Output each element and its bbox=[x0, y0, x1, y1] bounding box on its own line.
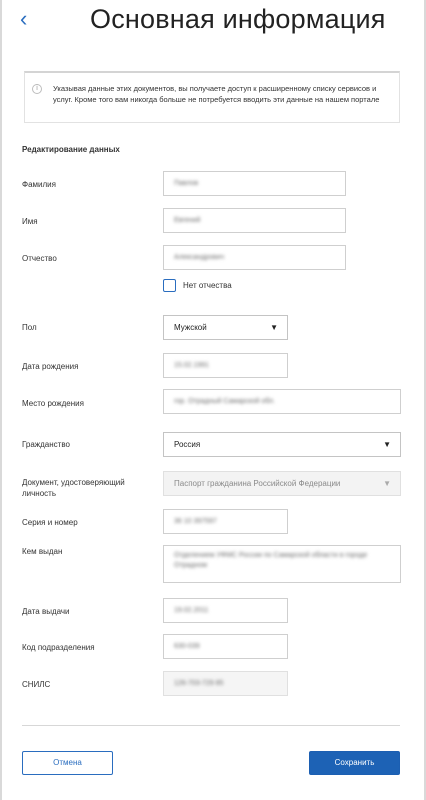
issued-by-value: Отделением УФМС России по Самарской обла… bbox=[174, 552, 368, 569]
gender-label: Пол bbox=[22, 323, 37, 332]
surname-value: Павлов bbox=[174, 180, 199, 187]
no-patronymic-label: Нет отчества bbox=[183, 281, 232, 290]
footer-divider bbox=[22, 725, 400, 726]
citizenship-label: Гражданство bbox=[22, 440, 70, 449]
birth-date-label: Дата рождения bbox=[22, 362, 79, 371]
document-select: Паспорт гражданина Российской Федерации … bbox=[163, 471, 401, 496]
patronymic-input[interactable]: Александрович bbox=[163, 245, 346, 270]
birth-date-value: 15.02.1991 bbox=[174, 362, 210, 369]
issued-by-input[interactable]: Отделением УФМС России по Самарской обла… bbox=[163, 545, 401, 583]
issue-date-label: Дата выдачи bbox=[22, 607, 70, 616]
birth-place-value: гор. Отрадный Самарской обл. bbox=[174, 398, 275, 405]
gender-value: Мужской bbox=[174, 323, 207, 332]
issue-date-input[interactable]: 19.02.2011 bbox=[163, 598, 288, 623]
series-number-input[interactable]: 36 10 397597 bbox=[163, 509, 288, 534]
citizenship-value: Россия bbox=[174, 440, 201, 449]
name-value: Евгений bbox=[174, 217, 201, 224]
birth-place-label: Место рождения bbox=[22, 399, 84, 408]
notice-text: Указывая данные этих документов, вы полу… bbox=[53, 84, 380, 104]
birth-date-input[interactable]: 15.02.1991 bbox=[163, 353, 288, 378]
citizenship-select[interactable]: Россия ▼ bbox=[163, 432, 401, 457]
series-number-label: Серия и номер bbox=[22, 518, 78, 527]
series-number-value: 36 10 397597 bbox=[174, 518, 217, 525]
dropdown-arrow-icon: ▼ bbox=[383, 479, 391, 488]
patronymic-label: Отчество bbox=[22, 254, 57, 263]
surname-input[interactable]: Павлов bbox=[163, 171, 346, 196]
name-label: Имя bbox=[22, 217, 38, 226]
name-input[interactable]: Евгений bbox=[163, 208, 346, 233]
surname-label: Фамилия bbox=[22, 180, 56, 189]
document-value: Паспорт гражданина Российской Федерации bbox=[174, 479, 341, 488]
patronymic-value: Александрович bbox=[174, 254, 225, 261]
page-header: ‹ Основная информация bbox=[0, 0, 426, 48]
document-label: Документ, удостоверяющий личность bbox=[22, 478, 125, 498]
no-patronymic-checkbox[interactable] bbox=[163, 279, 176, 292]
page-title: Основная информация bbox=[90, 4, 386, 34]
gender-select[interactable]: Мужской ▼ bbox=[163, 315, 288, 340]
snils-value: 126-703-729 85 bbox=[174, 680, 224, 687]
info-icon: i bbox=[32, 84, 42, 94]
dropdown-arrow-icon: ▼ bbox=[270, 323, 278, 332]
snils-input: 126-703-729 85 bbox=[163, 671, 288, 696]
issued-by-label: Кем выдан bbox=[22, 547, 63, 556]
snils-label: СНИЛС bbox=[22, 680, 51, 689]
save-button[interactable]: Сохранить bbox=[309, 751, 400, 775]
issue-date-value: 19.02.2011 bbox=[174, 607, 209, 614]
division-code-input[interactable]: 630-039 bbox=[163, 634, 288, 659]
cancel-button[interactable]: Отмена bbox=[22, 751, 113, 775]
section-title: Редактирование данных bbox=[22, 145, 120, 154]
birth-place-input[interactable]: гор. Отрадный Самарской обл. bbox=[163, 389, 401, 414]
division-code-value: 630-039 bbox=[174, 643, 200, 650]
division-code-label: Код подразделения bbox=[22, 643, 95, 652]
dropdown-arrow-icon: ▼ bbox=[383, 440, 391, 449]
back-chevron-icon[interactable]: ‹ bbox=[20, 8, 38, 30]
info-notice: i Указывая данные этих документов, вы по… bbox=[24, 71, 400, 123]
